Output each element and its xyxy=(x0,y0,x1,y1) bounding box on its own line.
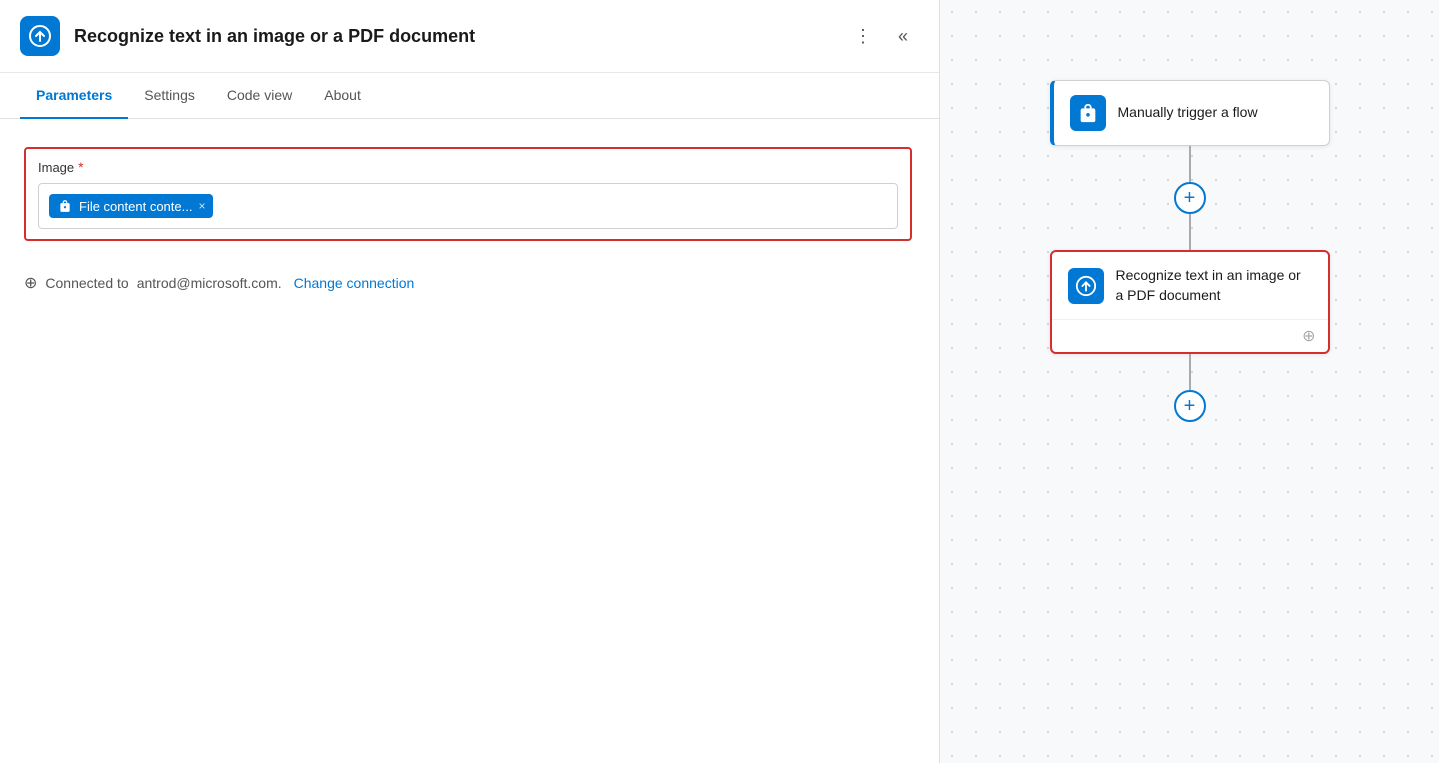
action-node-label: Recognize text in an image or a PDF docu… xyxy=(1116,266,1312,305)
left-panel: Recognize text in an image or a PDF docu… xyxy=(0,0,940,763)
collapse-button[interactable]: « xyxy=(887,20,919,52)
connection-row: ⊕ Connected to antrod@microsoft.com. Cha… xyxy=(24,273,915,293)
canvas-flow: Manually trigger a flow + Recognize text… xyxy=(1050,80,1330,422)
panel-title: Recognize text in an image or a PDF docu… xyxy=(74,26,833,47)
action-node-body: Recognize text in an image or a PDF docu… xyxy=(1052,252,1328,319)
connector-line-3 xyxy=(1189,354,1191,390)
header-actions: ⋮ « xyxy=(847,20,919,52)
change-connection-link[interactable]: Change connection xyxy=(294,275,415,291)
connector-line-2 xyxy=(1189,214,1191,250)
panel-content: Image * File content conte... × xyxy=(0,119,939,763)
add-step-button-1[interactable]: + xyxy=(1174,182,1206,214)
chip-close-button[interactable]: × xyxy=(198,199,205,213)
panel-header: Recognize text in an image or a PDF docu… xyxy=(0,0,939,73)
connection-email: antrod@microsoft.com. xyxy=(137,275,282,291)
canvas-panel: Manually trigger a flow + Recognize text… xyxy=(940,0,1439,763)
trigger-node[interactable]: Manually trigger a flow xyxy=(1050,80,1330,146)
chip-icon xyxy=(57,198,73,214)
connector-line-1 xyxy=(1189,146,1191,182)
add-step-button-2[interactable]: + xyxy=(1174,390,1206,422)
action-node-footer: ⊕ xyxy=(1052,319,1328,352)
action-node[interactable]: Recognize text in an image or a PDF docu… xyxy=(1050,250,1330,354)
connection-icon: ⊕ xyxy=(24,273,37,293)
tab-settings[interactable]: Settings xyxy=(128,73,211,119)
connection-prefix: Connected to xyxy=(45,275,128,291)
file-content-chip[interactable]: File content conte... × xyxy=(49,194,213,218)
required-marker: * xyxy=(78,159,83,175)
tab-about[interactable]: About xyxy=(308,73,377,119)
connection-link-icon: ⊕ xyxy=(1302,326,1315,346)
image-field-box: Image * File content conte... × xyxy=(24,147,912,241)
panel-icon xyxy=(20,16,60,56)
image-field-section: Image * File content conte... × xyxy=(24,147,915,241)
trigger-node-label: Manually trigger a flow xyxy=(1118,103,1258,123)
tab-parameters[interactable]: Parameters xyxy=(20,73,128,119)
tab-code-view[interactable]: Code view xyxy=(211,73,308,119)
chip-label: File content conte... xyxy=(79,199,192,214)
trigger-node-icon xyxy=(1070,95,1106,131)
action-node-icon xyxy=(1068,268,1104,304)
image-input-area[interactable]: File content conte... × xyxy=(38,183,898,229)
more-options-button[interactable]: ⋮ xyxy=(847,20,879,52)
image-field-label: Image * xyxy=(38,159,898,175)
tabs-bar: Parameters Settings Code view About xyxy=(0,73,939,119)
